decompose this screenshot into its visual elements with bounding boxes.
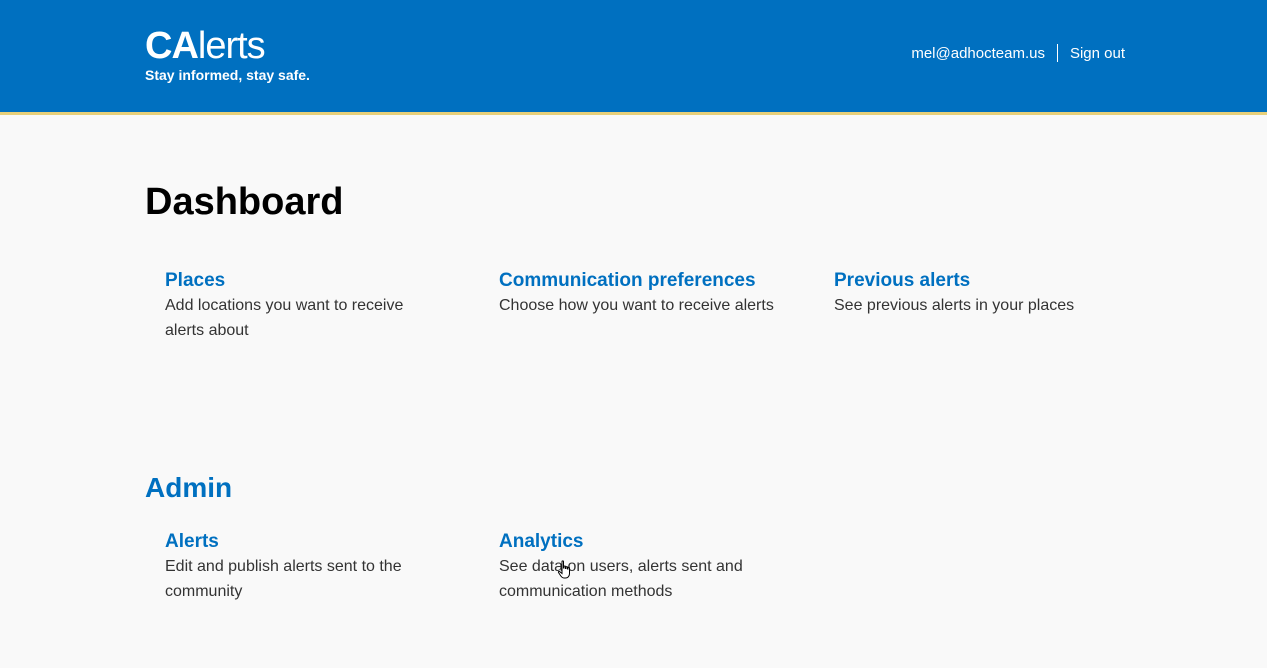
account-nav: mel@adhocteam.us Sign out	[911, 44, 1125, 62]
communication-preferences-description: Choose how you want to receive alerts	[499, 297, 774, 314]
card-admin-alerts: Alerts Edit and publish alerts sent to t…	[165, 529, 465, 604]
card-previous-alerts: Previous alerts See previous alerts in y…	[834, 268, 1134, 318]
logo-ca: CA	[145, 25, 199, 67]
communication-preferences-link[interactable]: Communication preferences	[499, 268, 799, 293]
card-places: Places Add locations you want to receive…	[165, 268, 465, 343]
page-title: Dashboard	[145, 181, 344, 223]
analytics-link[interactable]: Analytics	[499, 529, 799, 554]
site-logo[interactable]: CAlerts	[145, 26, 310, 66]
admin-heading: Admin	[145, 472, 233, 503]
user-email: mel@adhocteam.us	[911, 44, 1045, 62]
hand-cursor-icon	[557, 560, 570, 579]
previous-alerts-link[interactable]: Previous alerts	[834, 268, 1134, 293]
previous-alerts-description: See previous alerts in your places	[834, 297, 1075, 314]
admin-alerts-description: Edit and publish alerts sent to the comm…	[165, 558, 402, 600]
site-tagline: Stay informed, stay safe.	[145, 67, 310, 83]
brand: CAlerts Stay informed, stay safe.	[145, 26, 310, 84]
nav-divider	[1056, 44, 1058, 62]
places-link[interactable]: Places	[165, 268, 465, 293]
site-header: CAlerts Stay informed, stay safe. mel@ad…	[0, 0, 1267, 115]
admin-alerts-link[interactable]: Alerts	[165, 529, 465, 554]
logo-rest: lerts	[197, 25, 266, 67]
places-description: Add locations you want to receive alerts…	[165, 297, 404, 339]
analytics-description: See data on users, alerts sent and commu…	[499, 558, 743, 600]
card-analytics: Analytics See data on users, alerts sent…	[499, 529, 799, 604]
sign-out-link[interactable]: Sign out	[1070, 45, 1125, 62]
card-communication-preferences: Communication preferences Choose how you…	[499, 268, 799, 318]
